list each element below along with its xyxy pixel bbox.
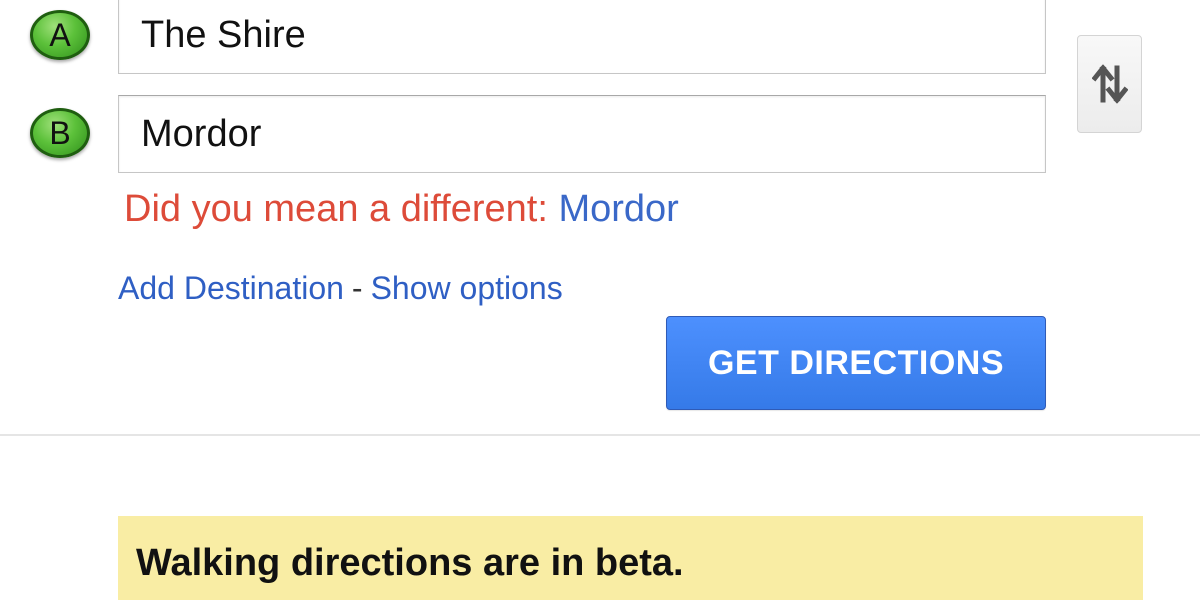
route-options-links: Add Destination - Show options	[118, 270, 563, 307]
start-location-input[interactable]	[118, 0, 1046, 74]
get-directions-button[interactable]: GET DIRECTIONS	[666, 316, 1046, 410]
end-location-input[interactable]	[118, 95, 1046, 173]
swap-locations-button[interactable]	[1077, 35, 1142, 133]
suggestion-link[interactable]: Mordor	[558, 188, 678, 230]
beta-notice-text: Walking directions are in beta.	[136, 542, 684, 584]
marker-b-icon: B	[30, 108, 90, 158]
links-separator: -	[351, 270, 363, 306]
show-options-link[interactable]: Show options	[371, 270, 563, 306]
swap-vertical-icon	[1091, 64, 1128, 104]
did-you-mean-suggestion: Did you mean a different: Mordor	[124, 188, 679, 231]
suggestion-prefix: Did you mean a different:	[124, 188, 548, 230]
section-divider	[0, 434, 1200, 436]
add-destination-link[interactable]: Add Destination	[118, 270, 344, 306]
beta-notice: Walking directions are in beta.	[118, 516, 1143, 600]
marker-a-label: A	[49, 16, 71, 53]
marker-a-icon: A	[30, 10, 90, 60]
directions-panel: A B Did you mean a different: Mordor Add…	[0, 0, 1200, 600]
marker-b-label: B	[49, 114, 71, 151]
